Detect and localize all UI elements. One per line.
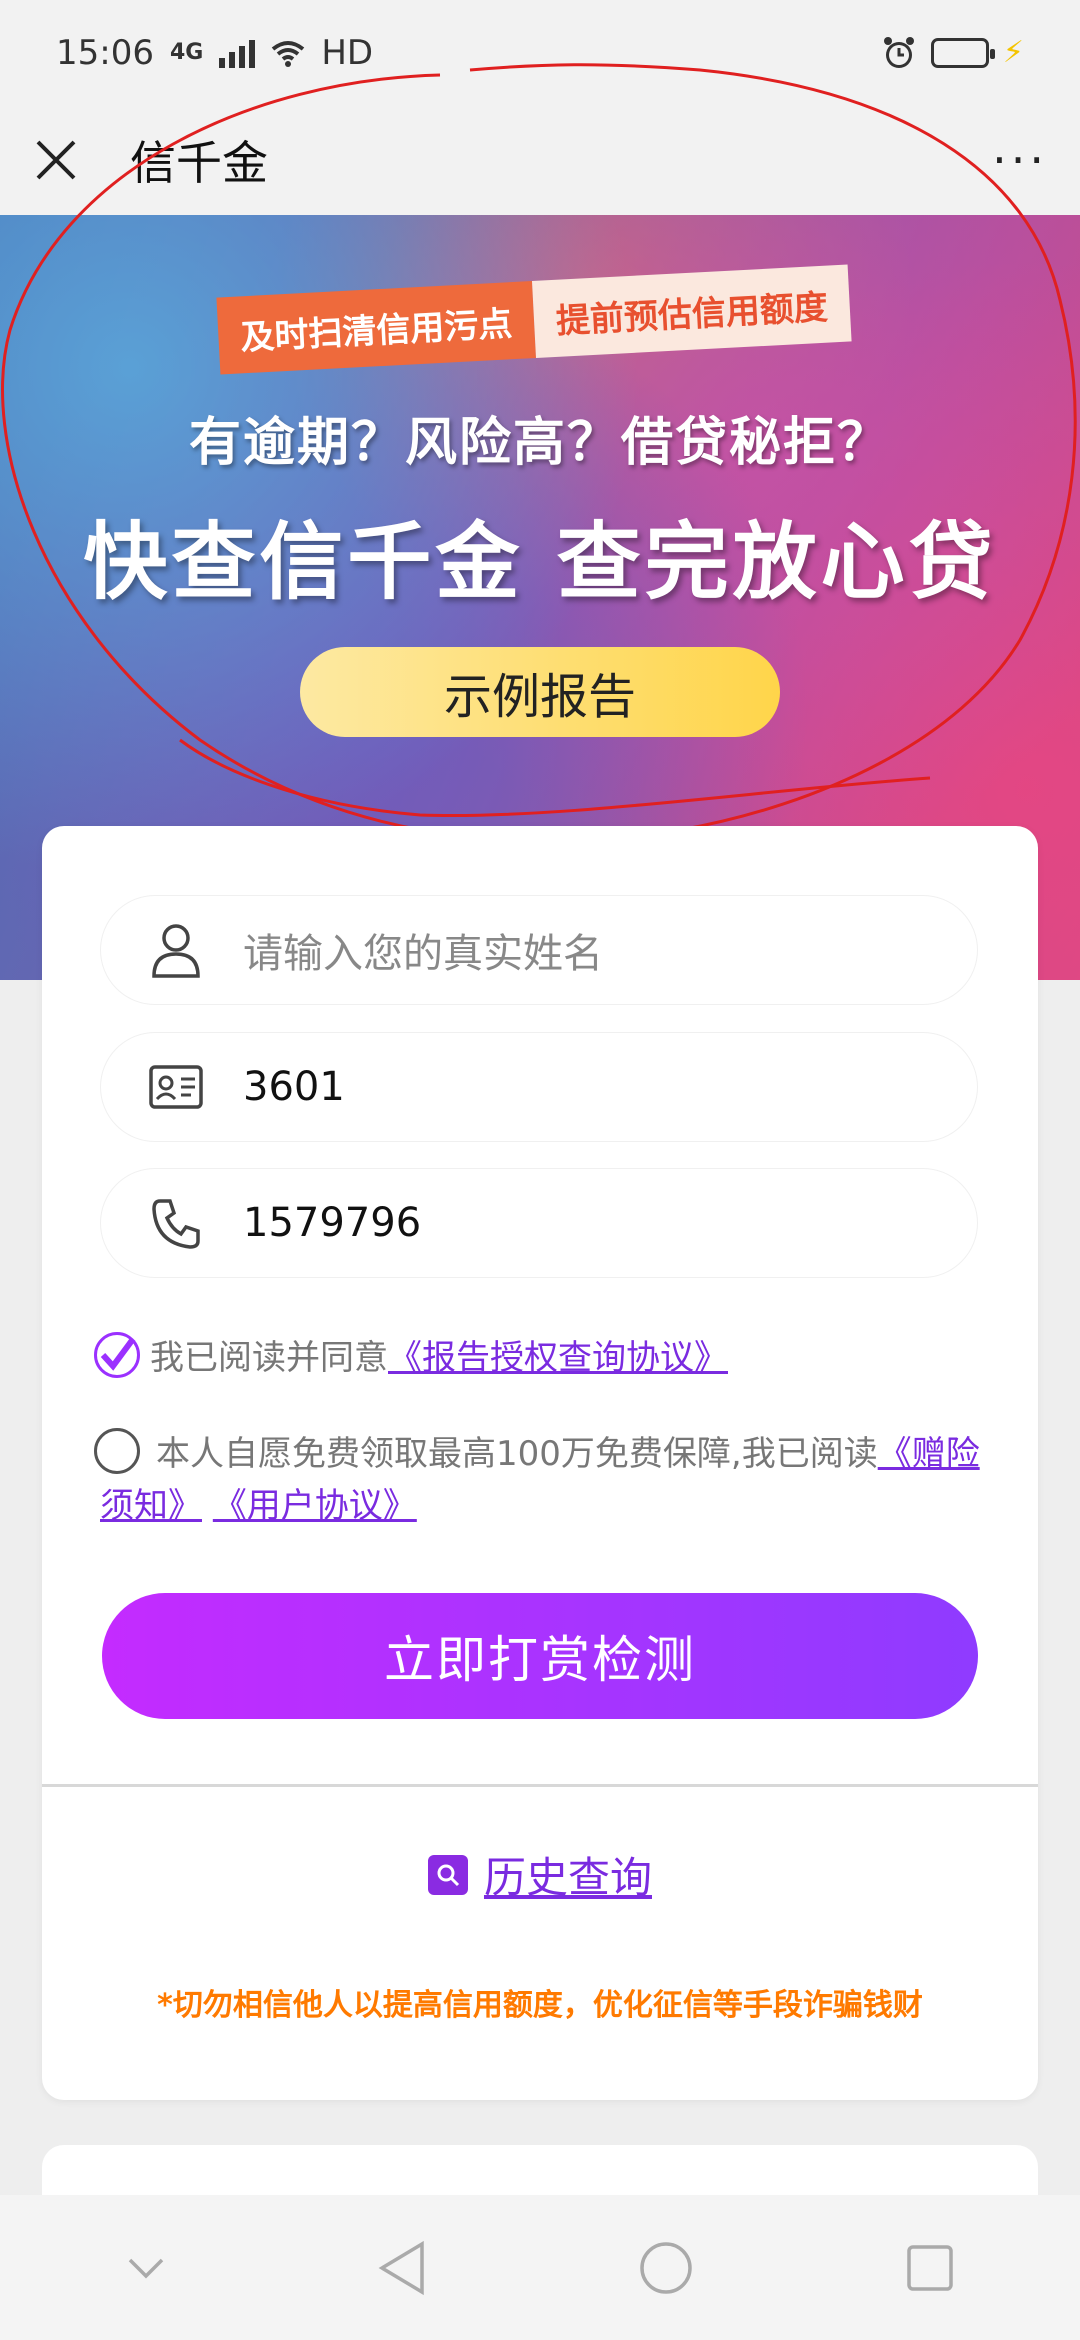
phone-field[interactable]: 1579796 <box>100 1168 978 1278</box>
back-icon[interactable] <box>378 2240 426 2296</box>
collapse-icon[interactable] <box>126 2256 166 2280</box>
banner-headline-questions: 有逾期？风险高？借贷秘拒？ <box>188 413 891 473</box>
history-query-label: 历史查询 <box>483 1853 652 1902</box>
submit-check-button[interactable]: 立即打赏检测 <box>102 1593 978 1719</box>
card-divider <box>42 1784 1038 1787</box>
close-icon[interactable] <box>32 138 80 182</box>
recents-icon[interactable] <box>906 2244 954 2292</box>
id-number-value: 3601 <box>243 1064 345 1110</box>
phone-icon <box>121 1197 231 1249</box>
id-card-icon <box>121 1065 231 1109</box>
fraud-warning: *切勿相信他人以提高信用额度，优化征信等手段诈骗钱财 <box>157 1988 923 2023</box>
status-time: 15:06 <box>56 32 154 73</box>
insurance-agreement-text: 本人自愿免费领取最高100万免费保障,我已阅读《赠险须知》 《用户协议》 <box>100 1428 980 1532</box>
report-agreement-text: 我已阅读并同意 <box>150 1338 388 1378</box>
battery-icon <box>930 37 995 68</box>
report-agreement-row: 我已阅读并同意 《报告授权查询协议》 <box>94 1330 728 1379</box>
user-agreement-link[interactable]: 《用户协议》 <box>213 1486 417 1526</box>
phone-number-value: 1579796 <box>243 1200 422 1246</box>
history-query-link[interactable]: 历史查询 <box>0 1844 1080 1905</box>
name-input-placeholder: 请输入您的真实姓名 <box>243 931 603 977</box>
report-agreement-checkbox[interactable] <box>94 1331 140 1378</box>
sample-report-button[interactable]: 示例报告 <box>300 647 780 737</box>
network-type: 4G <box>169 40 204 65</box>
tag-estimate-credit: 提前预估信用额度 <box>531 264 852 358</box>
status-bar: 15:06 4G HD ⚡ <box>0 0 1080 105</box>
more-icon[interactable]: ··· <box>992 133 1048 187</box>
signal-icon <box>219 38 256 68</box>
banner-tags: 及时扫清信用污点 提前预估信用额度 <box>216 264 852 375</box>
report-agreement-link[interactable]: 《报告授权查询协议》 <box>388 1330 728 1379</box>
insurance-text: 本人自愿免费领取最高100万免费保障,我已阅读 <box>156 1434 878 1474</box>
banner-headline-main: 快查信千金 查完放心贷 <box>83 513 997 611</box>
checkmark-icon <box>100 1336 136 1371</box>
alarm-icon <box>883 36 914 68</box>
charging-icon: ⚡ <box>1002 35 1024 70</box>
system-nav-bar <box>0 2195 1080 2340</box>
home-icon[interactable] <box>638 2240 694 2296</box>
user-icon <box>121 922 231 978</box>
wifi-icon <box>272 40 305 67</box>
tag-clear-stains: 及时扫清信用污点 <box>216 281 537 375</box>
id-number-field[interactable]: 3601 <box>100 1032 978 1142</box>
page-title: 信千金 <box>130 136 268 190</box>
hd-indicator: HD <box>321 32 374 73</box>
nav-bar: 信千金 ··· <box>0 105 1080 215</box>
history-search-icon <box>427 1854 468 1895</box>
name-field[interactable]: 请输入您的真实姓名 <box>100 895 978 1005</box>
